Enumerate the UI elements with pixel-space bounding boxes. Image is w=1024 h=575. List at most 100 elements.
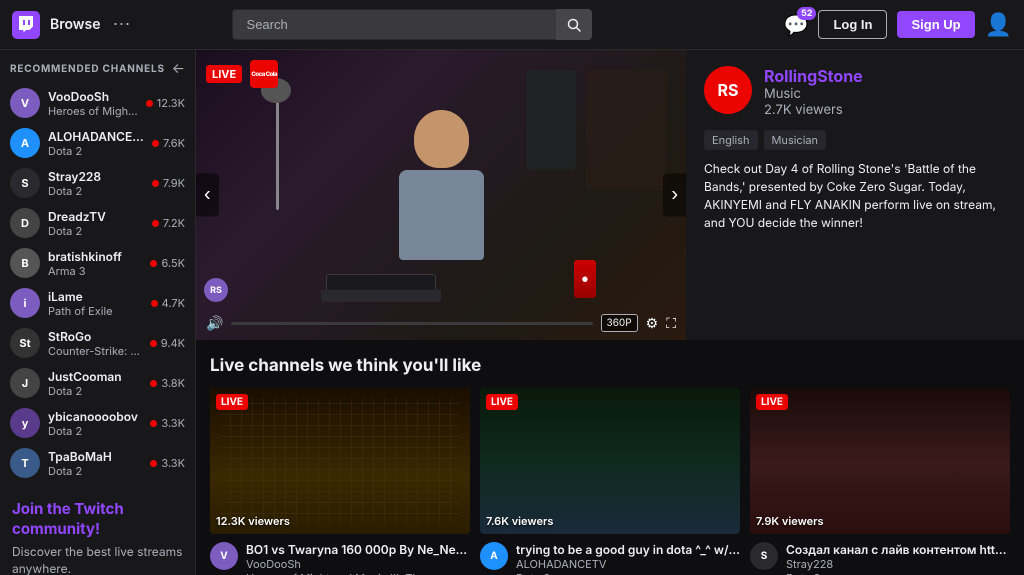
channel-name-label: JustCooman [48,369,142,384]
sidebar-channel-item[interactable]: V VooDooSh Heroes of Might a... 12.3K [0,83,195,123]
fullscreen-icon[interactable]: ⛶ [666,315,676,332]
live-badge: LIVE [206,65,242,83]
channel-avatar-small: B [10,248,40,278]
channel-avatar-small: i [10,288,40,318]
channel-meta: RollingStone Music 2.7K viewers [764,66,1006,118]
user-avatar-icon[interactable]: 👤 [985,12,1012,38]
stream-cards-row: LIVE 12.3K viewers V BO1 vs Twaryna 160 … [210,388,1010,575]
viewer-count: 6.5K [161,256,185,270]
top-navigation: Browse ⋯ 💬 52 Log In Sign Up 👤 [0,0,1024,50]
stream-viewer-count: 12.3K viewers [216,514,290,528]
channel-right: 12.3K [146,96,185,110]
viewer-count: 9.4K [161,336,185,350]
sidebar-header: RECOMMENDED CHANNELS ← [0,50,195,83]
browse-link[interactable]: Browse [50,16,101,33]
channel-info-small: TpaBoMaH Dota 2 [48,449,142,478]
sidebar: RECOMMENDED CHANNELS ← V VooDooSh Heroes… [0,50,196,575]
video-player: ● RS LIVE Coca Cola 🔊 360P ⚙ ⛶ ‹ › [196,50,686,340]
channel-right: 9.4K [150,336,185,350]
rs-watermark: RS [204,278,228,302]
channel-info-small: ybicanoooobov Dota 2 [48,409,142,438]
join-title: Join the Twitch community! [12,499,183,538]
twitch-logo-icon[interactable] [12,11,40,39]
more-options-icon[interactable]: ⋯ [113,14,131,35]
viewer-count: 7.9K [163,176,185,190]
stream-card-meta: Создал канал с лайв контентом http... St… [786,542,1010,575]
signup-button[interactable]: Sign Up [897,11,974,38]
live-section-title: Live channels we think you'll like [210,356,1010,376]
sidebar-channel-item[interactable]: J JustCooman Dota 2 3.8K [0,363,195,403]
channel-game-label: Path of Exile [48,304,143,318]
sidebar-channel-item[interactable]: y ybicanoooobov Dota 2 3.3K [0,403,195,443]
channel-avatar-small: V [10,88,40,118]
viewer-count: 3.8K [161,376,185,390]
live-dot-icon [150,380,157,387]
live-dot-icon [146,100,153,107]
video-nav-right-button[interactable]: › [663,174,686,217]
join-section: Join the Twitch community! Discover the … [0,483,195,575]
sidebar-channel-item[interactable]: A ALOHADANCETV Dota 2 7.6K [0,123,195,163]
video-thumbnail: ● RS [196,50,686,340]
live-dot-icon [151,300,158,307]
live-dot-icon [150,460,157,467]
viewer-count: 3.3K [161,416,185,430]
channel-info-small: ALOHADANCETV Dota 2 [48,129,144,158]
sidebar-channel-item[interactable]: S Stray228 Dota 2 7.9K [0,163,195,203]
channel-avatar-small: T [10,448,40,478]
channel-right: 3.3K [150,416,185,430]
stream-channel-avatar: V [210,542,238,570]
stream-card[interactable]: LIVE 7.9K viewers S Создал канал с лайв … [750,388,1010,575]
live-dot-icon [152,140,159,147]
sidebar-collapse-button[interactable]: ← [172,60,185,77]
sidebar-title: RECOMMENDED CHANNELS [10,63,165,75]
tag-musician[interactable]: Musician [764,130,827,150]
sidebar-channel-item[interactable]: B bratishkinoff Arma 3 6.5K [0,243,195,283]
channel-game-label: Counter-Strike: Glo... [48,344,142,358]
viewer-count: 7.2K [163,216,185,230]
channel-name-label: ALOHADANCETV [48,129,144,144]
channel-name-label: DreadzTV [48,209,144,224]
sidebar-channel-item[interactable]: St StRoGo Counter-Strike: Glo... 9.4K [0,323,195,363]
sidebar-channel-item[interactable]: i iLame Path of Exile 4.7K [0,283,195,323]
stream-card-channel-name: ALOHADANCETV [516,557,740,571]
volume-icon[interactable]: 🔊 [206,315,223,332]
stream-channel-avatar: A [480,542,508,570]
login-button[interactable]: Log In [818,10,887,39]
channel-name-label: StRoGo [48,329,142,344]
channel-right: 7.9K [152,176,185,190]
settings-icon[interactable]: ⚙ [646,315,659,332]
channel-game-label: Dota 2 [48,464,142,478]
notifications-button[interactable]: 💬 52 [784,13,809,37]
channel-name-label: Stray228 [48,169,144,184]
stream-channel-avatar: S [750,542,778,570]
sidebar-channel-item[interactable]: D DreadzTV Dota 2 7.2K [0,203,195,243]
channel-avatar-small: J [10,368,40,398]
live-dot-icon [150,260,157,267]
channel-name-label: bratishkinoff [48,249,142,264]
search-button[interactable] [556,9,592,40]
stream-card-category: Heroes of Might and Magic III: The Resto… [246,571,470,575]
stream-card-meta: trying to be a good guy in dota ^_^ w/ .… [516,542,740,575]
viewer-count: 3.3K [161,456,185,470]
channel-name-label: ybicanoooobov [48,409,142,424]
stream-card-info: V BO1 vs Twaryna 160 000p By Ne_Nep... V… [210,542,470,575]
search-input[interactable] [232,9,592,40]
channel-game-label: Heroes of Might a... [48,104,138,118]
stream-card[interactable]: LIVE 7.6K viewers A trying to be a good … [480,388,740,575]
main-content: ● RS LIVE Coca Cola 🔊 360P ⚙ ⛶ ‹ › [196,50,1024,575]
sidebar-channel-item[interactable]: T TpaBoMaH Dota 2 3.3K [0,443,195,483]
stream-card-info: A trying to be a good guy in dota ^_^ w/… [480,542,740,575]
video-nav-left-button[interactable]: ‹ [196,174,219,217]
main-layout: RECOMMENDED CHANNELS ← V VooDooSh Heroes… [0,50,1024,575]
tag-english[interactable]: English [704,130,758,150]
stream-card[interactable]: LIVE 12.3K viewers V BO1 vs Twaryna 160 … [210,388,470,575]
channel-name[interactable]: RollingStone [764,66,1006,86]
channel-list: V VooDooSh Heroes of Might a... 12.3K A … [0,83,195,483]
stream-viewer-count: 7.6K viewers [486,514,553,528]
channel-info-small: Stray228 Dota 2 [48,169,144,198]
live-dot-icon [152,220,159,227]
stream-card-channel-name: VooDooSh [246,557,470,571]
channel-info-small: VooDooSh Heroes of Might a... [48,89,138,118]
quality-badge[interactable]: 360P [601,314,638,332]
viewer-count: 4.7K [162,296,185,310]
